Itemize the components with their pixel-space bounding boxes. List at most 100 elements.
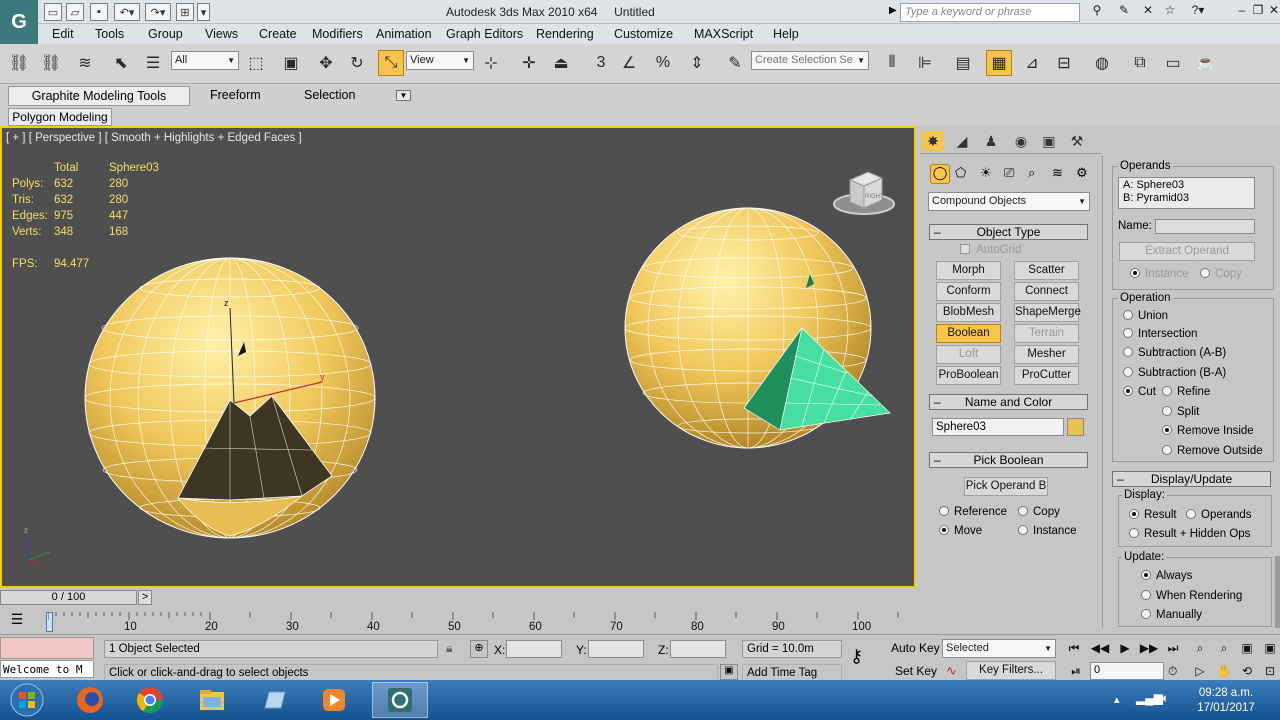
- split-radio[interactable]: Split: [1162, 406, 1199, 418]
- operand-name-field[interactable]: [1155, 219, 1255, 234]
- current-frame-field[interactable]: 0: [1090, 662, 1164, 680]
- mesher-button[interactable]: Mesher: [1014, 345, 1079, 364]
- key-tangent-icon[interactable]: ∿: [946, 663, 957, 679]
- zoom-extents-icon[interactable]: ▣: [1237, 641, 1257, 657]
- blobmesh-button[interactable]: BlobMesh: [936, 303, 1001, 322]
- taskbar-clock[interactable]: 09:28 a.m. 17/01/2017: [1186, 686, 1266, 716]
- menu-create[interactable]: Create: [259, 27, 297, 41]
- category-dropdown[interactable]: Compound Objects ▼: [928, 192, 1090, 211]
- set-key-button[interactable]: Set Key: [895, 664, 937, 678]
- layer-manager-icon[interactable]: ▤: [950, 50, 976, 76]
- edit-named-selection-icon[interactable]: ✎: [722, 50, 748, 76]
- favorites-star-icon[interactable]: ☆: [1162, 3, 1178, 19]
- operands-radio[interactable]: Operands: [1186, 509, 1252, 521]
- mirror-icon[interactable]: ⫴: [879, 50, 905, 76]
- pick-operand-b-button[interactable]: Pick Operand B: [964, 477, 1048, 496]
- go-to-start-icon[interactable]: ⏮: [1064, 641, 1084, 657]
- scatter-button[interactable]: Scatter: [1014, 261, 1079, 280]
- cameras-icon[interactable]: ⎚: [1004, 165, 1014, 181]
- when-rendering-radio[interactable]: When Rendering: [1141, 590, 1242, 602]
- remove-inside-radio[interactable]: Remove Inside: [1162, 425, 1254, 437]
- quick-access-dropdown-icon[interactable]: ▾: [197, 3, 210, 21]
- hierarchy-tab-icon[interactable]: ♟: [980, 131, 1002, 151]
- zoom-icon[interactable]: ⌕: [1190, 641, 1210, 657]
- reference-coordinate-dropdown[interactable]: View ▼: [406, 51, 474, 70]
- file-explorer-taskbar-icon[interactable]: [184, 682, 240, 718]
- play-icon[interactable]: ▶: [1115, 641, 1135, 657]
- reference-radio[interactable]: Reference: [939, 506, 1007, 518]
- next-frame-button[interactable]: >: [138, 590, 152, 605]
- align-icon[interactable]: ⊫: [912, 50, 938, 76]
- orbit-icon[interactable]: ⟲: [1237, 664, 1257, 680]
- maximize-viewport-icon[interactable]: ⊡: [1260, 664, 1280, 680]
- help-icon[interactable]: ?▾: [1186, 3, 1210, 19]
- close-icon[interactable]: ✕: [1266, 3, 1280, 19]
- infocenter-binoculars-icon[interactable]: ⚲: [1086, 3, 1108, 19]
- perspective-viewport[interactable]: [ + ] [ Perspective ] [ Smooth + Highlig…: [0, 126, 916, 588]
- menu-modifiers[interactable]: Modifiers: [312, 27, 363, 41]
- space-warps-icon[interactable]: ≋: [1052, 165, 1063, 181]
- rectangular-selection-icon[interactable]: ⬚: [243, 50, 269, 76]
- result-hidden-ops-radio[interactable]: Result + Hidden Ops: [1129, 528, 1250, 540]
- graphite-modeling-toggle-icon[interactable]: ▦: [986, 50, 1012, 76]
- list-item[interactable]: B: Pyramid03: [1123, 192, 1250, 205]
- render-production-icon[interactable]: ☕: [1193, 50, 1219, 76]
- subtraction-b-a-radio[interactable]: Subtraction (B-A): [1123, 367, 1226, 379]
- object-name-field[interactable]: Sphere03: [932, 418, 1064, 436]
- tab-selection[interactable]: Selection: [304, 88, 355, 102]
- open-mini-curve-editor-icon[interactable]: ☰: [6, 611, 28, 629]
- key-filters-button[interactable]: Key Filters...: [966, 661, 1056, 680]
- documents-taskbar-icon[interactable]: [246, 682, 302, 718]
- show-hidden-icons[interactable]: ▴: [1114, 693, 1120, 706]
- pan-view-icon[interactable]: ✋: [1214, 664, 1234, 680]
- menu-help[interactable]: Help: [773, 27, 799, 41]
- tab-graphite-modeling-tools[interactable]: Graphite Modeling Tools: [8, 86, 190, 106]
- intersection-radio[interactable]: Intersection: [1123, 328, 1197, 340]
- time-configuration-icon[interactable]: ⏱: [1168, 664, 1177, 679]
- z-coordinate-field[interactable]: [670, 640, 726, 658]
- render-setup-icon[interactable]: ⧉: [1127, 50, 1153, 76]
- connect-button[interactable]: Connect: [1014, 282, 1079, 301]
- menu-edit[interactable]: Edit: [52, 27, 74, 41]
- next-frame-icon[interactable]: ▶▶: [1139, 641, 1159, 657]
- lock-selection-icon[interactable]: 🔒︎: [446, 641, 452, 656]
- list-item[interactable]: A: Sphere03: [1123, 179, 1250, 192]
- display-tab-icon[interactable]: ▣: [1038, 131, 1060, 151]
- material-editor-icon[interactable]: ◍: [1089, 50, 1115, 76]
- chrome-taskbar-icon[interactable]: [122, 682, 178, 718]
- panel-polygon-modeling[interactable]: Polygon Modeling: [8, 108, 112, 126]
- cut-radio[interactable]: Cut: [1123, 386, 1156, 398]
- sphere-a-cut[interactable]: z y: [84, 257, 376, 539]
- lights-icon[interactable]: ☀: [980, 165, 992, 181]
- open-file-icon[interactable]: ▱: [66, 3, 84, 21]
- autogrid-checkbox[interactable]: AutoGrid: [960, 244, 1021, 256]
- y-coordinate-field[interactable]: [588, 640, 644, 658]
- pivot-center-icon[interactable]: ⊹: [478, 50, 504, 76]
- key-mode-dropdown[interactable]: Selected ▼: [942, 639, 1056, 658]
- morph-button[interactable]: Morph: [936, 261, 1001, 280]
- systems-icon[interactable]: ⚙: [1076, 165, 1088, 181]
- percent-snap-icon[interactable]: %: [650, 50, 676, 76]
- create-tab-icon[interactable]: ✸: [922, 131, 944, 151]
- command-panel-scrollbar[interactable]: [1275, 556, 1280, 628]
- menu-tools[interactable]: Tools: [95, 27, 124, 41]
- loft-button[interactable]: Loft: [936, 345, 1001, 364]
- communication-center-icon[interactable]: ✕: [1140, 3, 1156, 19]
- boolean-button[interactable]: Boolean: [936, 324, 1001, 343]
- display-update-rollout-header[interactable]: – Display/Update: [1112, 471, 1271, 487]
- named-selection-sets-input[interactable]: Create Selection Se ▼: [751, 51, 869, 70]
- select-object-icon[interactable]: ⬉: [108, 50, 134, 76]
- instance-radio[interactable]: Instance: [1018, 525, 1076, 537]
- key-mode-toggle-icon[interactable]: ⏯: [1066, 664, 1086, 680]
- select-and-rotate-icon[interactable]: ↻: [344, 50, 370, 76]
- operands-list[interactable]: A: Sphere03 B: Pyramid03: [1118, 177, 1255, 209]
- select-by-name-icon[interactable]: ☰: [140, 50, 166, 76]
- save-icon[interactable]: ▪: [90, 3, 108, 21]
- menu-views[interactable]: Views: [205, 27, 238, 41]
- subtraction-a-b-radio[interactable]: Subtraction (A-B): [1123, 347, 1226, 359]
- conform-button[interactable]: Conform: [936, 282, 1001, 301]
- extract-operand-button[interactable]: Extract Operand: [1119, 242, 1255, 261]
- keyboard-shortcut-override-icon[interactable]: ⏏: [548, 50, 574, 76]
- menu-group[interactable]: Group: [148, 27, 183, 41]
- shapes-icon[interactable]: ⬠: [955, 165, 966, 181]
